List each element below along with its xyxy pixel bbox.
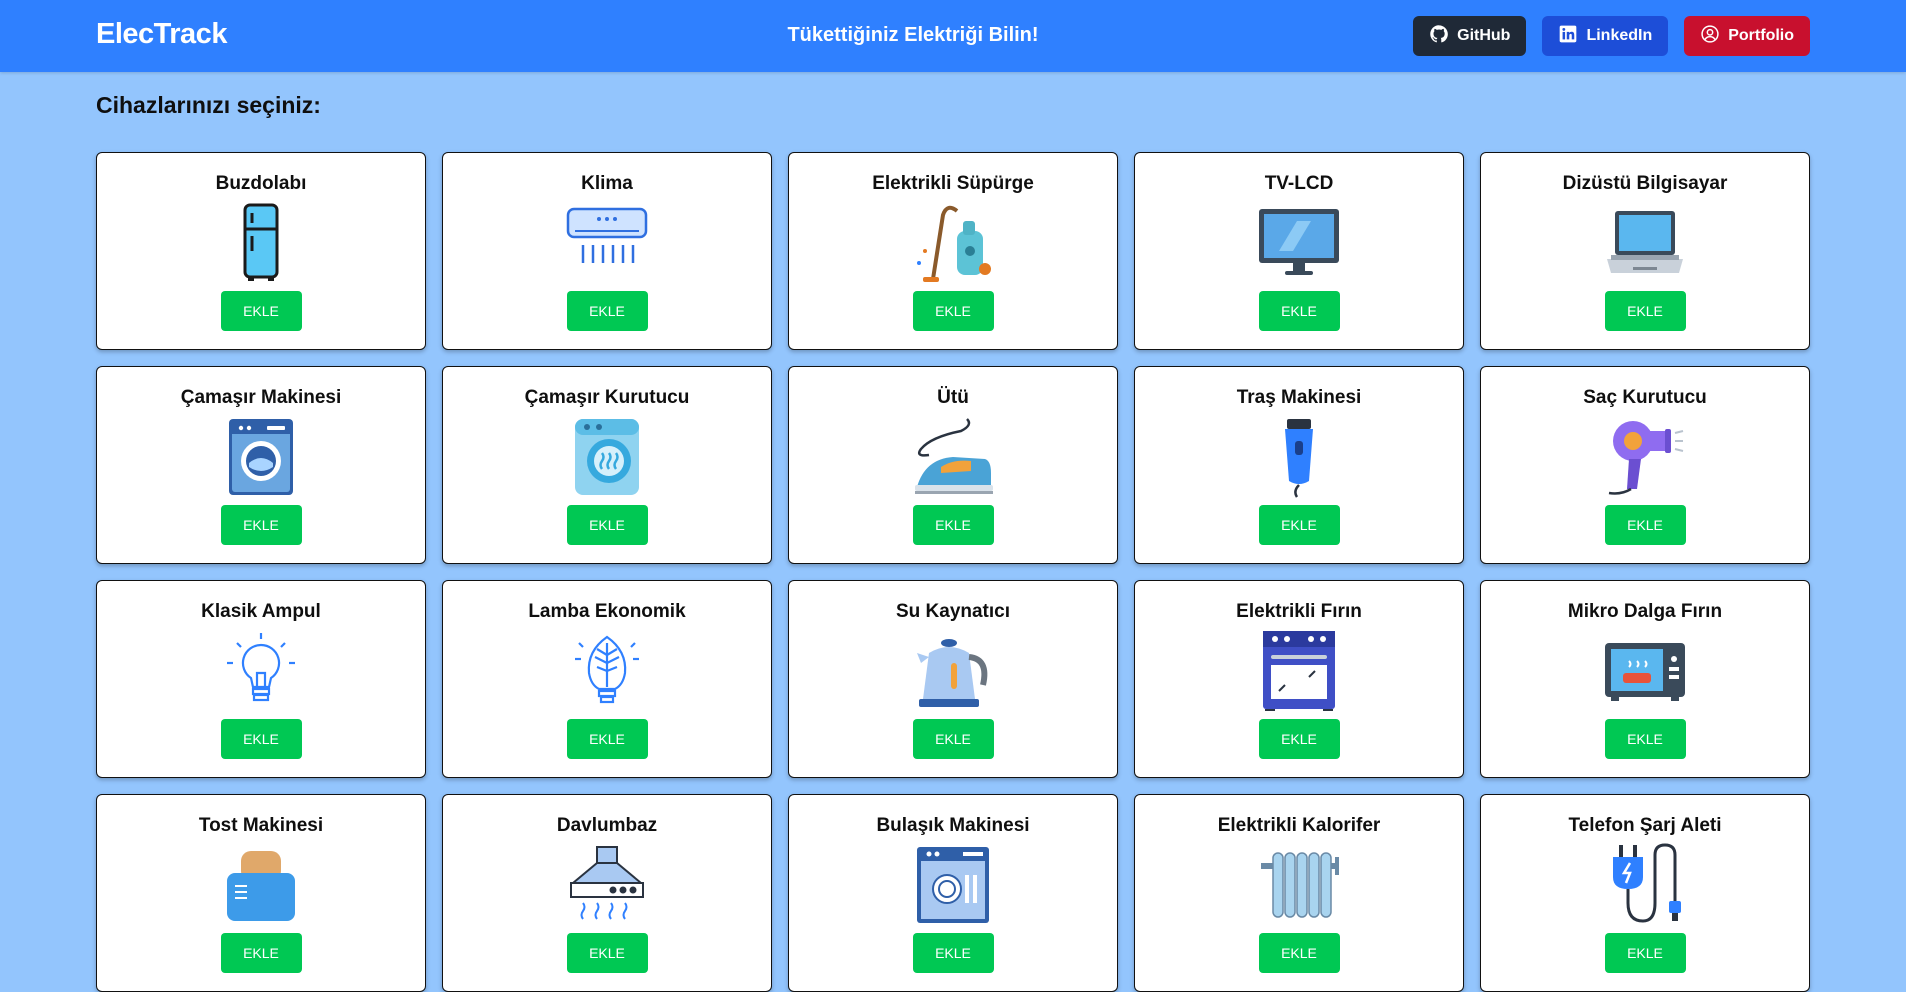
- add-button[interactable]: EKLE: [912, 291, 994, 331]
- laptop-icon: [1603, 201, 1687, 285]
- linkedin-button[interactable]: LinkedIn: [1542, 16, 1669, 56]
- user-circle-icon: [1700, 24, 1720, 49]
- device-name: Tost Makinesi: [198, 815, 324, 836]
- nav-links: GitHub LinkedIn Portfolio: [1413, 16, 1810, 56]
- device-card: Çamaşır Kurutucu EKLE: [442, 366, 772, 564]
- navbar: ElecTrack Tükettiğiniz Elektriği Bilin! …: [0, 0, 1906, 72]
- add-button[interactable]: EKLE: [912, 933, 994, 973]
- dryer-icon: [565, 415, 649, 499]
- device-card: Mikro Dalga Fırın EKLE: [1480, 580, 1810, 778]
- device-card: Ütü EKLE: [788, 366, 1118, 564]
- hair-dryer-icon: [1603, 415, 1687, 499]
- add-button[interactable]: EKLE: [1604, 719, 1686, 759]
- device-name: Klima: [581, 173, 633, 194]
- device-card: Bulaşık Makinesi EKLE: [788, 794, 1118, 992]
- vacuum-cleaner-icon: [911, 201, 995, 285]
- device-name: Çamaşır Makinesi: [180, 387, 342, 408]
- add-button[interactable]: EKLE: [566, 933, 648, 973]
- portfolio-button[interactable]: Portfolio: [1684, 16, 1810, 56]
- add-button[interactable]: EKLE: [912, 505, 994, 545]
- eco-bulb-icon: [565, 629, 649, 713]
- air-conditioner-icon: [565, 201, 649, 285]
- device-card: Tost Makinesi EKLE: [96, 794, 426, 992]
- github-button[interactable]: GitHub: [1413, 16, 1527, 56]
- device-name: Elektrikli Kalorifer: [1217, 815, 1381, 836]
- device-card: Elektrikli Kalorifer EKLE: [1134, 794, 1464, 992]
- device-card: Dizüstü Bilgisayar EKLE: [1480, 152, 1810, 350]
- portfolio-label: Portfolio: [1728, 27, 1794, 44]
- device-name: Dizüstü Bilgisayar: [1562, 173, 1728, 194]
- section-title: Cihazlarınızı seçiniz:: [96, 92, 321, 118]
- device-name: Telefon Şarj Aleti: [1568, 815, 1722, 836]
- device-card: Klasik Ampul EKLE: [96, 580, 426, 778]
- device-card: Klima EKLE: [442, 152, 772, 350]
- add-button[interactable]: EKLE: [566, 505, 648, 545]
- device-name: Saç Kurutucu: [1583, 387, 1707, 408]
- add-button[interactable]: EKLE: [220, 719, 302, 759]
- device-card: Telefon Şarj Aleti EKLE: [1480, 794, 1810, 992]
- device-card: Elektrikli Süpürge EKLE: [788, 152, 1118, 350]
- radiator-icon: [1257, 843, 1341, 927]
- device-card: Buzdolabı EKLE: [96, 152, 426, 350]
- github-icon: [1429, 24, 1449, 49]
- washing-machine-icon: [219, 415, 303, 499]
- device-name: Bulaşık Makinesi: [876, 815, 1030, 836]
- add-button[interactable]: EKLE: [1604, 505, 1686, 545]
- add-button[interactable]: EKLE: [220, 933, 302, 973]
- device-name: Lamba Ekonomik: [528, 601, 686, 622]
- device-name: Çamaşır Kurutucu: [524, 387, 690, 408]
- toaster-icon: [219, 843, 303, 927]
- device-name: Ütü: [937, 387, 969, 408]
- add-button[interactable]: EKLE: [1604, 291, 1686, 331]
- device-card: Traş Makinesi EKLE: [1134, 366, 1464, 564]
- device-card: Çamaşır Makinesi EKLE: [96, 366, 426, 564]
- linkedin-icon: [1558, 24, 1578, 49]
- add-button[interactable]: EKLE: [220, 291, 302, 331]
- add-button[interactable]: EKLE: [566, 719, 648, 759]
- github-label: GitHub: [1457, 27, 1511, 44]
- device-card: Lamba Ekonomik EKLE: [442, 580, 772, 778]
- device-card: Elektrikli Fırın EKLE: [1134, 580, 1464, 778]
- device-name: Buzdolabı: [215, 173, 307, 194]
- add-button[interactable]: EKLE: [220, 505, 302, 545]
- device-name: Su Kaynatıcı: [895, 601, 1011, 622]
- device-name: TV-LCD: [1264, 173, 1334, 194]
- add-button[interactable]: EKLE: [1604, 933, 1686, 973]
- iron-icon: [911, 415, 995, 499]
- device-name: Elektrikli Süpürge: [872, 173, 1034, 194]
- linkedin-label: LinkedIn: [1586, 27, 1653, 44]
- kettle-icon: [911, 629, 995, 713]
- refrigerator-icon: [219, 201, 303, 285]
- add-button[interactable]: EKLE: [566, 291, 648, 331]
- add-button[interactable]: EKLE: [1258, 719, 1340, 759]
- shaver-icon: [1257, 415, 1341, 499]
- device-name: Mikro Dalga Fırın: [1567, 601, 1723, 622]
- range-hood-icon: [565, 843, 649, 927]
- tv-icon: [1257, 201, 1341, 285]
- device-name: Traş Makinesi: [1236, 387, 1362, 408]
- device-card: Saç Kurutucu EKLE: [1480, 366, 1810, 564]
- device-card: Su Kaynatıcı EKLE: [788, 580, 1118, 778]
- device-name: Klasik Ampul: [201, 601, 321, 622]
- microwave-icon: [1603, 629, 1687, 713]
- add-button[interactable]: EKLE: [912, 719, 994, 759]
- dishwasher-icon: [911, 843, 995, 927]
- add-button[interactable]: EKLE: [1258, 291, 1340, 331]
- add-button[interactable]: EKLE: [1258, 505, 1340, 545]
- oven-icon: [1257, 629, 1341, 713]
- add-button[interactable]: EKLE: [1258, 933, 1340, 973]
- light-bulb-icon: [219, 629, 303, 713]
- device-grid: Buzdolabı EKLE Klima EKLE Elektrikli Süp…: [96, 152, 1810, 992]
- phone-charger-icon: [1603, 843, 1687, 927]
- device-card: TV-LCD EKLE: [1134, 152, 1464, 350]
- device-name: Davlumbaz: [556, 815, 658, 836]
- device-card: Davlumbaz EKLE: [442, 794, 772, 992]
- device-name: Elektrikli Fırın: [1236, 601, 1362, 622]
